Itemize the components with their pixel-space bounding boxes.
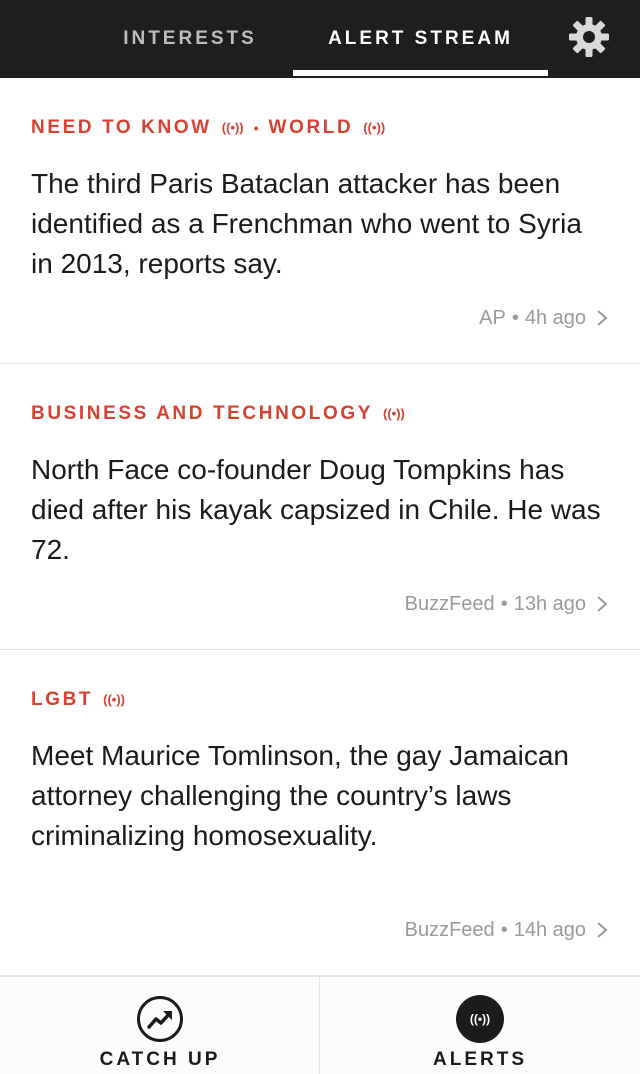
alert-time: 14h ago [513,918,586,941]
tab-interests[interactable]: INTERESTS [100,0,280,78]
tag-label[interactable]: LGBT [31,689,93,711]
top-nav-bar: INTERESTS ALERT STREAM [0,0,640,78]
alert-tags: LGBT ((•)) [31,688,125,712]
alert-meta-link[interactable]: BuzzFeed • 14h ago [405,916,608,944]
alert-card[interactable]: BUSINESS AND TECHNOLOGY ((•)) North Face… [0,364,640,650]
alert-card[interactable]: LGBT ((•)) Meet Maurice Tomlinson, the g… [0,650,640,976]
alert-card[interactable]: NEED TO KNOW ((•)) • WORLD ((•)) The thi… [0,78,640,364]
chevron-right-icon [597,310,608,326]
gear-icon[interactable] [566,14,612,60]
tag-label[interactable]: BUSINESS AND TECHNOLOGY [31,403,373,425]
bottom-nav-bar: CATCH UP ((•)) ALERTS [0,976,640,1074]
broadcast-icon: ((•)) [221,119,244,135]
alert-tags: BUSINESS AND TECHNOLOGY ((•)) [31,402,405,426]
alert-headline[interactable]: The third Paris Bataclan attacker has be… [31,164,611,284]
broadcast-icon: ((•)) [103,691,125,707]
meta-separator: • [511,306,519,329]
broadcast-icon: ((•)) [456,995,504,1043]
tag-label[interactable]: WORLD [269,117,354,139]
tag-separator: • [253,120,259,136]
meta-separator: • [500,918,508,941]
broadcast-icon: ((•)) [363,119,386,135]
trending-icon [137,996,183,1042]
alert-time: 4h ago [524,306,586,329]
active-tab-indicator [293,70,548,76]
tag-label[interactable]: NEED TO KNOW [31,117,212,139]
chevron-right-icon [597,596,608,612]
meta-separator: • [500,592,508,615]
alert-tags: NEED TO KNOW ((•)) • WORLD ((•)) [31,116,385,140]
alert-time: 13h ago [513,592,586,615]
alert-source: AP [479,306,506,329]
catch-up-label: CATCH UP [99,1049,221,1070]
tab-catch-up[interactable]: CATCH UP [0,977,320,1074]
tab-alert-stream[interactable]: ALERT STREAM [293,0,548,78]
alert-source: BuzzFeed [404,918,495,941]
alert-source: BuzzFeed [404,592,495,615]
alert-headline[interactable]: North Face co-founder Doug Tompkins has … [31,450,611,570]
tab-alerts[interactable]: ((•)) ALERTS [320,977,640,1074]
alert-headline[interactable]: Meet Maurice Tomlinson, the gay Jamaican… [31,736,611,856]
alert-meta-link[interactable]: AP • 4h ago [479,304,608,332]
alert-meta-link[interactable]: BuzzFeed • 13h ago [405,590,608,618]
chevron-right-icon [597,922,608,938]
alerts-label: ALERTS [433,1049,527,1070]
broadcast-icon: ((•)) [383,405,405,421]
